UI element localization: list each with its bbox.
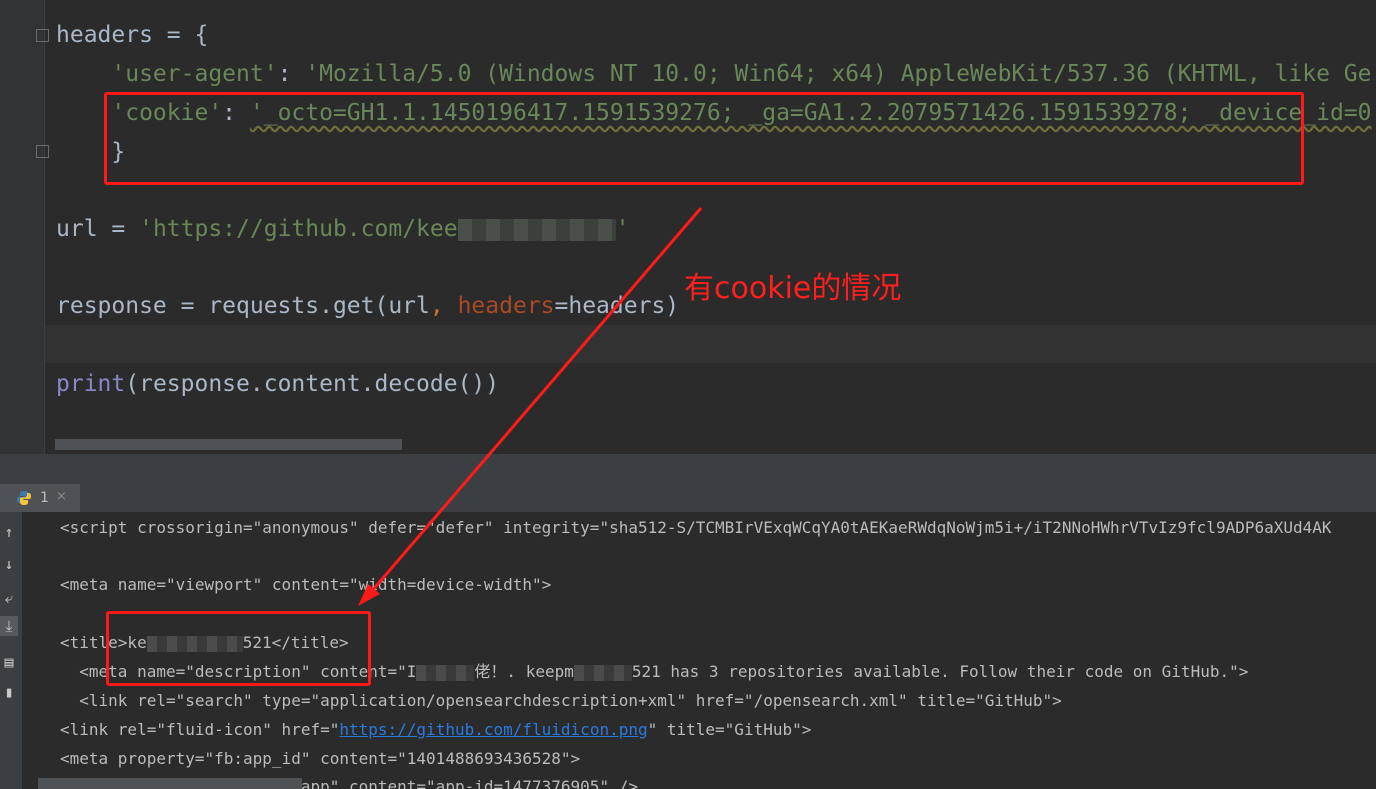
annotation-arrow [358, 207, 703, 606]
